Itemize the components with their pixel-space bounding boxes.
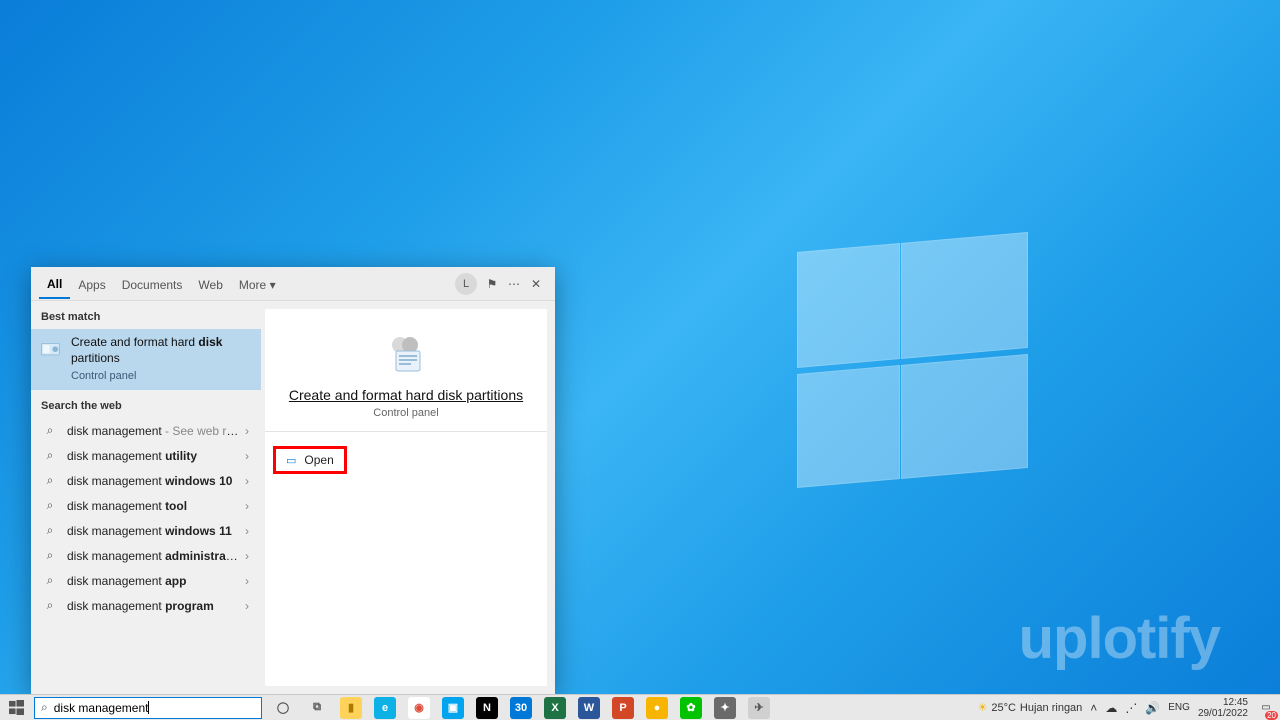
feedback-icon[interactable]: ⚑	[481, 273, 503, 295]
search-results-left: Best match Create and format hard disk p…	[31, 301, 261, 694]
web-result-label: disk management program	[67, 599, 241, 613]
taskbar-app-app-1[interactable]: ●	[646, 697, 668, 719]
search-icon: ⌕	[41, 573, 59, 588]
taskbar-app-word[interactable]: W	[578, 697, 600, 719]
taskbar-app-calendar[interactable]: 30	[510, 697, 532, 719]
chevron-right-icon: ›	[241, 599, 253, 613]
disk-mgmt-icon	[382, 331, 430, 379]
web-result-label: disk management tool	[67, 499, 241, 513]
search-icon: ⌕	[41, 498, 59, 513]
start-button[interactable]	[0, 695, 32, 720]
taskbar-app-edge[interactable]: e	[374, 697, 396, 719]
control-panel-icon	[39, 337, 65, 363]
chevron-right-icon: ›	[241, 424, 253, 438]
chevron-right-icon: ›	[241, 474, 253, 488]
tray-chevron-icon[interactable]: ˄	[1090, 701, 1097, 715]
desktop: uplotify All Apps Documents Web More ▾ L…	[0, 0, 1280, 720]
chevron-right-icon: ›	[241, 524, 253, 538]
chevron-right-icon: ›	[241, 499, 253, 513]
open-label: Open	[304, 453, 333, 467]
chevron-right-icon: ›	[241, 549, 253, 563]
web-result-label: disk management administrator	[67, 549, 241, 563]
tab-documents[interactable]: Documents	[114, 270, 191, 298]
taskbar-app-cortana[interactable]: ◯	[272, 697, 294, 719]
taskbar-search-input[interactable]: ⌕ disk management	[34, 697, 262, 719]
open-action[interactable]: ▭ Open	[273, 446, 347, 474]
search-icon: ⌕	[41, 598, 59, 613]
chevron-right-icon: ›	[241, 574, 253, 588]
watermark: uplotify	[1019, 605, 1220, 672]
tab-apps[interactable]: Apps	[70, 270, 113, 298]
search-icon: ⌕	[41, 523, 59, 538]
web-result-item[interactable]: ⌕ disk management windows 11›	[31, 518, 261, 543]
web-result-label: disk management utility	[67, 449, 241, 463]
more-options-icon[interactable]: ⋯	[503, 273, 525, 295]
search-icon: ⌕	[41, 423, 59, 438]
windows-icon	[9, 700, 24, 715]
system-tray: ☀ 25°C Hujan ringan ˄ ☁ ⋰ 🔊 ENG 12:45 29…	[977, 695, 1280, 720]
taskbar-app-notion[interactable]: N	[476, 697, 498, 719]
taskbar-app-powerpoint[interactable]: P	[612, 697, 634, 719]
chevron-down-icon: ▾	[270, 278, 276, 292]
taskbar-app-line[interactable]: ✿	[680, 697, 702, 719]
search-icon: ⌕	[41, 548, 59, 563]
search-detail-pane: Create and format hard disk partitions C…	[265, 309, 547, 686]
taskbar-app-task-view[interactable]: ⧉	[306, 697, 328, 719]
taskbar-app-ms-store[interactable]: ▣	[442, 697, 464, 719]
onedrive-icon[interactable]: ☁	[1105, 701, 1117, 715]
weather-widget[interactable]: ☀ 25°C Hujan ringan	[977, 701, 1082, 714]
tab-web[interactable]: Web	[190, 270, 230, 298]
web-result-label: disk management app	[67, 574, 241, 588]
taskbar-app-file-explorer[interactable]: ▮	[340, 697, 362, 719]
taskbar-app-chrome[interactable]: ◉	[408, 697, 430, 719]
best-match-item[interactable]: Create and format hard disk partitions C…	[31, 329, 261, 390]
taskbar-app-app-2[interactable]: ✦	[714, 697, 736, 719]
web-result-label: disk management - See web results	[67, 424, 241, 438]
detail-subtitle: Control panel	[265, 407, 547, 432]
windows-logo	[797, 243, 1028, 479]
search-value: disk management	[54, 701, 149, 715]
start-search-panel: All Apps Documents Web More ▾ L ⚑ ⋯ ✕ Be…	[31, 267, 555, 694]
best-match-subtitle: Control panel	[71, 370, 251, 382]
web-result-item[interactable]: ⌕ disk management windows 10›	[31, 468, 261, 493]
search-tabs: All Apps Documents Web More ▾ L ⚑ ⋯ ✕	[31, 267, 555, 301]
web-result-item[interactable]: ⌕ disk management utility›	[31, 443, 261, 468]
tab-more[interactable]: More ▾	[231, 270, 284, 298]
user-avatar[interactable]: L	[455, 273, 477, 295]
close-icon[interactable]: ✕	[525, 273, 547, 295]
best-match-title: Create and format hard disk partitions	[71, 335, 251, 366]
search-icon: ⌕	[41, 448, 59, 463]
wifi-icon[interactable]: ⋰	[1125, 701, 1137, 715]
web-result-item[interactable]: ⌕ disk management app›	[31, 568, 261, 593]
web-result-label: disk management windows 10	[67, 474, 241, 488]
taskbar-app-excel[interactable]: X	[544, 697, 566, 719]
search-icon: ⌕	[41, 700, 48, 715]
tab-all[interactable]: All	[39, 269, 70, 299]
notifications-icon[interactable]: ▭ 20	[1256, 698, 1276, 718]
search-icon: ⌕	[41, 473, 59, 488]
web-result-item[interactable]: ⌕ disk management - See web results›	[31, 418, 261, 443]
web-result-item[interactable]: ⌕ disk management administrator›	[31, 543, 261, 568]
search-web-header: Search the web	[31, 390, 261, 418]
open-icon: ▭	[286, 454, 296, 467]
detail-title[interactable]: Create and format hard disk partitions	[265, 387, 547, 403]
taskbar: ⌕ disk management ◯ ⧉ ▮ e ◉ ▣ N 30 XWP ● ✿ ✦ ✈ ☀ 25°…	[0, 694, 1280, 720]
language-indicator[interactable]: ENG	[1168, 702, 1190, 713]
web-result-item[interactable]: ⌕ disk management program›	[31, 593, 261, 618]
clock[interactable]: 12:45 29/01/2022	[1198, 697, 1248, 719]
notification-count: 20	[1265, 711, 1278, 720]
taskbar-app-app-3[interactable]: ✈	[748, 697, 770, 719]
volume-icon[interactable]: 🔊	[1145, 701, 1160, 715]
web-result-label: disk management windows 11	[67, 524, 241, 538]
web-result-item[interactable]: ⌕ disk management tool›	[31, 493, 261, 518]
best-match-header: Best match	[31, 301, 261, 329]
sun-icon: ☀	[977, 701, 987, 714]
chevron-right-icon: ›	[241, 449, 253, 463]
